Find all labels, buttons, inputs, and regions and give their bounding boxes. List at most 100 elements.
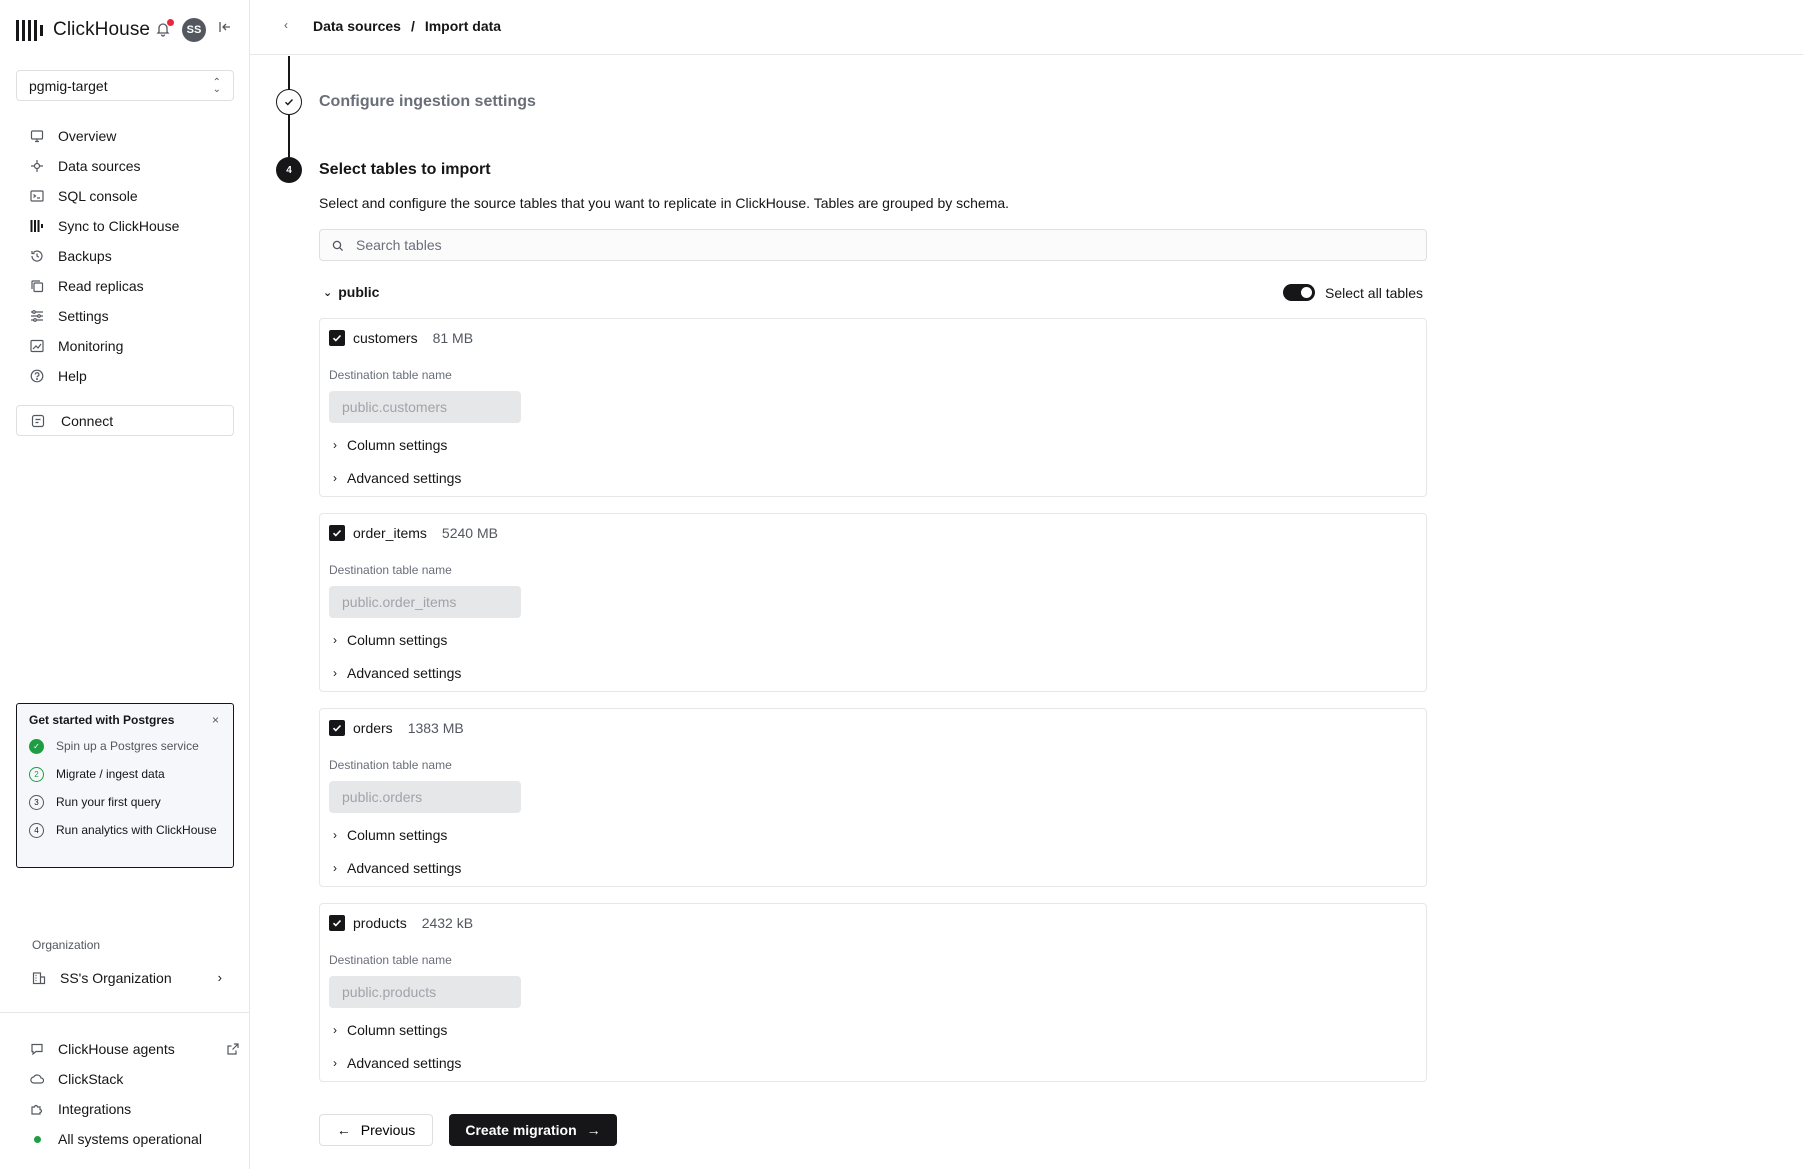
arrow-right-icon: →	[586, 1122, 601, 1138]
organization-name: SS's Organization	[60, 970, 172, 986]
get-started-step[interactable]: 3 Run your first query	[29, 794, 221, 811]
table-checkbox[interactable]	[329, 330, 345, 346]
puzzle-icon	[30, 1102, 44, 1116]
destination-table-input: public.products	[329, 976, 521, 1008]
connect-button[interactable]: Connect	[16, 405, 234, 436]
table-card-header: customers 81 MB	[329, 330, 473, 346]
destination-table-input: public.order_items	[329, 586, 521, 618]
chevron-right-icon: ›	[333, 471, 337, 485]
previous-button[interactable]: ← Previous	[319, 1114, 433, 1146]
step-number-badge: 4	[29, 823, 44, 838]
brand[interactable]: ClickHouse	[16, 18, 150, 42]
column-settings-toggle[interactable]: › Column settings	[333, 827, 447, 843]
organization-selector[interactable]: SS's Organization ›	[32, 967, 222, 989]
clickhouse-logo-icon	[16, 19, 43, 41]
advanced-settings-label: Advanced settings	[347, 470, 462, 486]
sidebar: ClickHouse SS pgmig-target ⌃ ⌄ Overview D…	[0, 0, 250, 1169]
table-card-header: products 2432 kB	[329, 915, 473, 931]
advanced-settings-label: Advanced settings	[347, 1055, 462, 1071]
get-started-step-label: Run analytics with ClickHouse	[56, 823, 217, 837]
nav-item-sql-console[interactable]: SQL console	[30, 181, 240, 211]
get-started-step-label: Migrate / ingest data	[56, 767, 165, 781]
back-chevron-icon[interactable]: ‹	[284, 18, 288, 32]
select-all-tables[interactable]: Select all tables	[1283, 284, 1423, 301]
table-name: order_items	[353, 525, 427, 541]
column-settings-toggle[interactable]: › Column settings	[333, 437, 447, 453]
plug-icon	[30, 159, 44, 173]
step-title-ingestion[interactable]: Configure ingestion settings	[319, 93, 536, 111]
chevron-right-icon: ›	[333, 1023, 337, 1037]
nav-item-overview[interactable]: Overview	[30, 121, 240, 151]
close-icon[interactable]: ×	[212, 713, 219, 727]
get-started-title: Get started with Postgres	[29, 713, 175, 727]
nav-item-label: Sync to ClickHouse	[58, 218, 180, 234]
nav-item-label: Backups	[58, 248, 112, 264]
nav-item-clickstack[interactable]: ClickStack	[30, 1064, 240, 1094]
nav-item-data-sources[interactable]: Data sources	[30, 151, 240, 181]
destination-label: Destination table name	[329, 563, 452, 577]
nav-item-system-status[interactable]: All systems operational	[30, 1124, 240, 1154]
get-started-step-label: Spin up a Postgres service	[56, 739, 199, 753]
nav-item-label: ClickStack	[58, 1071, 124, 1087]
column-settings-toggle[interactable]: › Column settings	[333, 632, 447, 648]
get-started-step[interactable]: ✓ Spin up a Postgres service	[29, 738, 221, 755]
search-box[interactable]	[319, 229, 1427, 261]
external-link-icon[interactable]	[226, 1042, 240, 1056]
advanced-settings-toggle[interactable]: › Advanced settings	[333, 860, 461, 876]
bars-icon	[30, 219, 44, 233]
service-selector-value: pgmig-target	[29, 77, 108, 94]
select-all-toggle[interactable]	[1283, 284, 1315, 301]
connect-label: Connect	[61, 412, 114, 429]
nav-item-settings[interactable]: Settings	[30, 301, 240, 331]
search-tables-input[interactable]	[356, 237, 1356, 253]
column-settings-toggle[interactable]: › Column settings	[333, 1022, 447, 1038]
chevron-right-icon: ›	[333, 438, 337, 452]
nav-item-monitoring[interactable]: Monitoring	[30, 331, 240, 361]
chevron-right-icon: ›	[217, 970, 222, 985]
nav-item-label: All systems operational	[58, 1131, 202, 1147]
get-started-step[interactable]: 4 Run analytics with ClickHouse	[29, 822, 221, 839]
connect-icon	[31, 414, 45, 428]
advanced-settings-label: Advanced settings	[347, 860, 462, 876]
chevron-right-icon: ›	[333, 633, 337, 647]
breadcrumb-data-sources[interactable]: Data sources	[313, 18, 401, 34]
nav-item-backups[interactable]: Backups	[30, 241, 240, 271]
service-selector[interactable]: pgmig-target ⌃ ⌄	[16, 70, 234, 101]
avatar[interactable]: SS	[182, 18, 206, 42]
create-migration-button[interactable]: Create migration →	[449, 1114, 617, 1146]
bell-icon[interactable]	[155, 19, 174, 37]
chart-icon	[30, 339, 44, 353]
help-icon	[30, 369, 44, 383]
chevron-up-down-icon: ⌃ ⌄	[212, 77, 221, 95]
schema-group-toggle[interactable]: ⌄ public	[323, 284, 379, 300]
table-checkbox[interactable]	[329, 915, 345, 931]
nav-item-sync-to-clickhouse[interactable]: Sync to ClickHouse	[30, 211, 240, 241]
advanced-settings-toggle[interactable]: › Advanced settings	[333, 470, 461, 486]
collapse-sidebar-icon[interactable]	[218, 20, 236, 38]
table-card-header: order_items 5240 MB	[329, 525, 498, 541]
nav-item-clickhouse-agents[interactable]: ClickHouse agents	[30, 1034, 240, 1064]
table-checkbox[interactable]	[329, 525, 345, 541]
nav-item-label: Integrations	[58, 1101, 132, 1117]
table-name: orders	[353, 720, 393, 736]
breadcrumb-separator: /	[410, 18, 415, 34]
table-checkbox[interactable]	[329, 720, 345, 736]
destination-table-input: public.customers	[329, 391, 521, 423]
breadcrumb: Data sources / Import data	[313, 18, 501, 34]
table-name: products	[353, 915, 407, 931]
step-number-badge: 2	[29, 767, 44, 782]
advanced-settings-toggle[interactable]: › Advanced settings	[333, 1055, 461, 1071]
table-size: 1383 MB	[407, 720, 464, 736]
nav-item-integrations[interactable]: Integrations	[30, 1094, 240, 1124]
nav-item-label: Monitoring	[58, 338, 124, 354]
check-icon	[276, 89, 302, 115]
advanced-settings-toggle[interactable]: › Advanced settings	[333, 665, 461, 681]
step-description: Select and configure the source tables t…	[319, 195, 1010, 211]
get-started-step[interactable]: 2 Migrate / ingest data	[29, 766, 221, 783]
nav-item-help[interactable]: Help	[30, 361, 240, 391]
table-card: orders 1383 MB Destination table name pu…	[319, 708, 1427, 887]
nav-item-label: Data sources	[58, 158, 141, 174]
column-settings-label: Column settings	[347, 1022, 448, 1038]
sliders-icon	[30, 309, 44, 323]
nav-item-read-replicas[interactable]: Read replicas	[30, 271, 240, 301]
